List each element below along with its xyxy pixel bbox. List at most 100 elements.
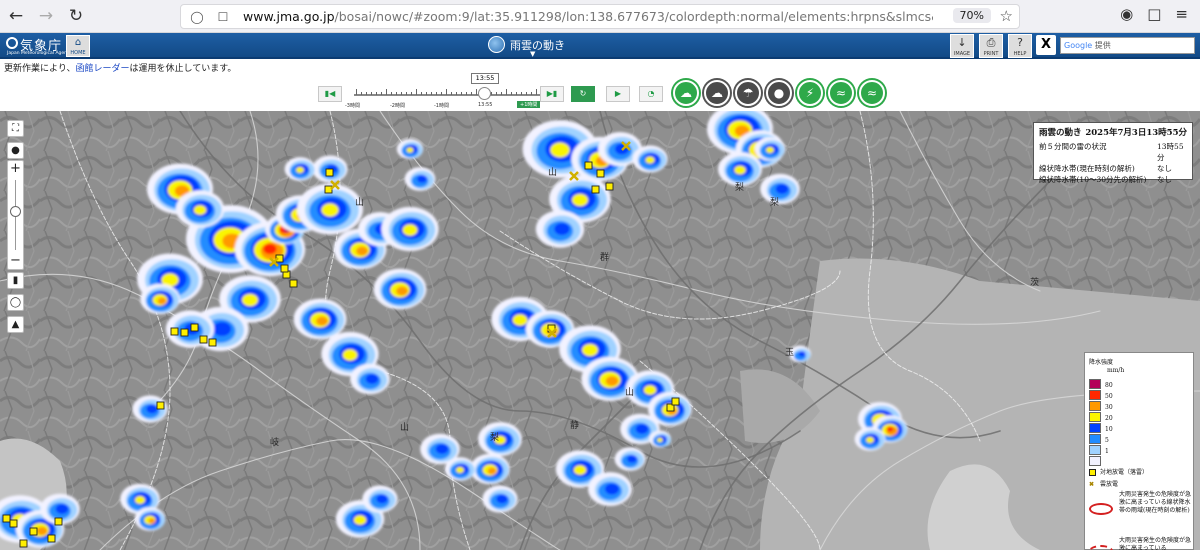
layer-toggle-icon[interactable]: ▮ — [7, 272, 24, 289]
lightning-square-icon — [325, 168, 334, 177]
legend-level-label: 20 — [1105, 415, 1113, 422]
zoom-knob[interactable] — [10, 206, 21, 217]
place-label: 山 — [625, 387, 634, 398]
back-arrow-icon[interactable]: ← — [2, 2, 30, 30]
page-title[interactable]: 雨雲の動き — [488, 36, 565, 53]
star-icon[interactable]: ☆ — [1000, 7, 1013, 25]
home-button[interactable]: ⌂ HOME — [66, 35, 90, 57]
info-row: 線状降水帯(10〜30分先の解析) なし — [1039, 175, 1172, 184]
precipitation-legend: 降水強度 mm/h 80 50 30 20 10 5 1 対地放電（落雷） ✖ 雲放電 大雨災… — [1084, 352, 1194, 550]
time-tick — [476, 89, 477, 95]
lock-icon: ☐ — [217, 9, 229, 24]
ground-lightning-legend: 対地放電（落雷） — [1089, 467, 1148, 476]
time-tick — [466, 92, 467, 95]
map-canvas[interactable]: 山山梨梨玉山群茨岐山梨静 — [0, 111, 1200, 550]
time-tick — [511, 92, 512, 95]
account-icon[interactable]: ◉ — [1120, 5, 1133, 23]
place-label: 梨 — [735, 181, 744, 193]
search-input[interactable]: Google 提供 — [1060, 37, 1195, 54]
zoom-control[interactable]: + − — [7, 160, 24, 270]
time-tick — [376, 92, 377, 95]
rain-cloud-icon[interactable]: ☁ — [673, 80, 699, 106]
location-pin-icon[interactable]: ● — [7, 142, 24, 159]
extensions-icon[interactable]: □ — [1147, 5, 1161, 23]
jma-mark-icon — [6, 37, 18, 49]
legend-level-label: 10 — [1105, 426, 1113, 433]
lightning-square-icon — [671, 397, 680, 406]
lightning-square-icon — [156, 401, 165, 410]
time-tick — [461, 92, 462, 95]
zoom-in-button[interactable]: + — [8, 161, 23, 177]
red-dashed-ellipse-icon — [1089, 545, 1113, 550]
radar-echo — [417, 175, 427, 183]
time-slider-knob[interactable] — [478, 87, 491, 100]
menu-icon[interactable]: ≡ — [1175, 5, 1188, 23]
fullscreen-button[interactable]: ⛶ — [7, 120, 24, 137]
skip-end-button[interactable]: ▶▮ — [540, 86, 564, 102]
help-button[interactable]: ? HELP — [1008, 34, 1032, 58]
lightning-square-icon — [9, 519, 18, 528]
site-header: 気象庁 Japan Meteorological Agency ⌂ HOME 雨雲… — [0, 33, 1200, 59]
chevron-down-icon[interactable]: ▼ — [530, 50, 535, 58]
lightning-square-icon — [190, 323, 199, 332]
radar-map[interactable]: 山山梨梨玉山群茨岐山梨静 — [0, 111, 1200, 550]
zoom-level[interactable]: 70% — [952, 8, 991, 23]
hakodate-radar-link[interactable]: 函館レーダー — [75, 64, 129, 74]
legend-swatch — [1089, 379, 1101, 389]
globe-icon — [488, 36, 505, 53]
lightning-square-icon — [591, 185, 600, 194]
time-tick — [426, 92, 427, 95]
radar-echo — [402, 224, 418, 236]
linear-band-icon[interactable]: ≈ — [859, 80, 885, 106]
cloud-icon[interactable]: ☁ — [704, 80, 730, 106]
service-notice: 更新作業により、函館レーダーは運用を休止しています。 — [4, 64, 237, 74]
water-drop-icon[interactable]: ◯ — [7, 294, 24, 311]
radar-echo — [396, 286, 408, 296]
time-tick — [516, 92, 517, 95]
printer-icon: ⎙ — [986, 36, 996, 49]
mountain-icon[interactable]: ▲ — [7, 316, 24, 333]
jma-logo[interactable]: 気象庁 Japan Meteorological Agency — [4, 35, 72, 57]
download-icon: ↓ — [957, 36, 967, 49]
address-bar[interactable]: ◯ ☐ www.jma.go.jp/bosai/nowc/#zoom:9/lat… — [180, 4, 1020, 29]
place-label: 山 — [548, 167, 557, 178]
time-tick — [436, 92, 437, 95]
cloud-lightning-legend: ✖ 雲放電 — [1089, 481, 1119, 488]
legend-swatch — [1089, 423, 1101, 433]
radar-echo — [342, 349, 358, 361]
play-button[interactable]: ▶ — [606, 86, 630, 102]
radar-echo — [550, 142, 570, 158]
lightning-square-icon — [170, 327, 179, 336]
info-row: 線状降水帯(現在時刻の解析) なし — [1039, 164, 1172, 173]
reload-icon[interactable]: ↻ — [62, 2, 90, 30]
tick-label: -2時間 — [390, 103, 405, 109]
tornado-icon[interactable]: ≈ — [828, 80, 854, 106]
forward-arrow-icon[interactable]: → — [32, 2, 60, 30]
time-tick — [421, 92, 422, 95]
radar-echo — [775, 184, 789, 194]
lightning-square-icon — [19, 539, 28, 548]
place-label: 梨 — [770, 196, 779, 208]
print-button[interactable]: ⎙ PRINT — [979, 34, 1003, 58]
time-tick — [371, 92, 372, 95]
image-button[interactable]: ↓ IMAGE — [950, 34, 974, 58]
lightning-icon[interactable]: ⚡ — [797, 80, 823, 106]
radar-echo — [36, 526, 48, 536]
zoom-out-button[interactable]: − — [8, 253, 23, 269]
refresh-button[interactable]: ↻ — [571, 86, 595, 102]
x-share-icon[interactable]: X — [1036, 35, 1056, 55]
radar-echo — [798, 351, 806, 357]
yellow-square-icon — [1089, 469, 1096, 476]
skip-start-button[interactable]: ▮◀ — [318, 86, 342, 102]
time-tick — [366, 92, 367, 95]
red-ellipse-icon — [1089, 503, 1113, 515]
lightning-square-icon — [199, 335, 208, 344]
timestamp: 2025年7月3日13時55分 — [1085, 128, 1187, 138]
speed-button[interactable]: ◔ — [639, 86, 663, 102]
lightning-square-icon — [208, 338, 217, 347]
cloud-rain-icon[interactable]: ☂ — [735, 80, 761, 106]
radar-echo — [734, 165, 746, 175]
radar-echo — [645, 156, 655, 164]
radar-echo — [635, 424, 649, 434]
droplet-icon[interactable]: ● — [766, 80, 792, 106]
